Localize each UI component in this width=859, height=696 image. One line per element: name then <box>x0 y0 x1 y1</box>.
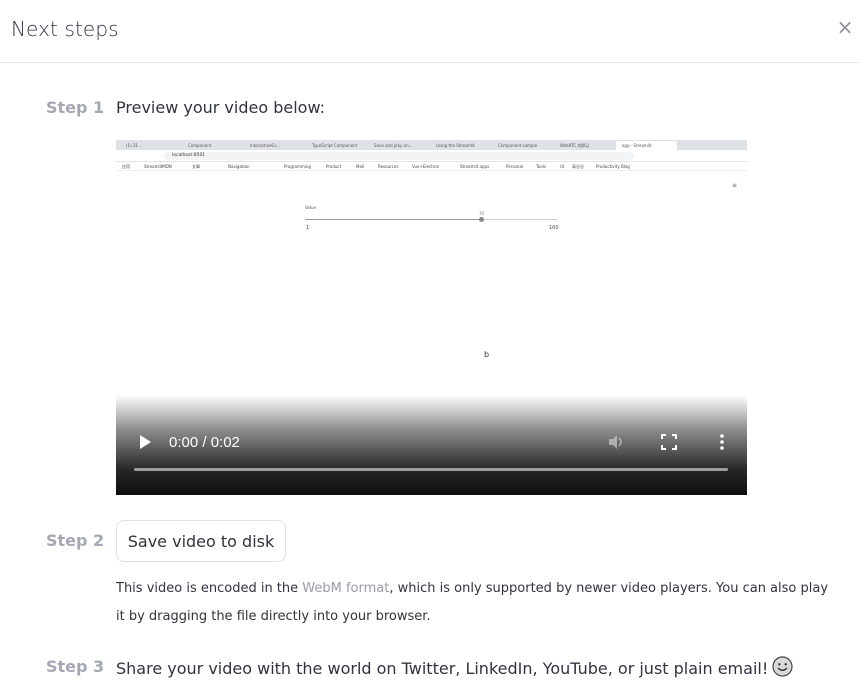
recorded-bookmark: UI <box>560 164 565 169</box>
recorded-slider-max: 100 <box>549 225 559 231</box>
recorded-tab: Component <box>188 143 212 148</box>
fullscreen-icon[interactable] <box>661 434 677 450</box>
recorded-address-bar: localhost:8501 <box>116 150 747 162</box>
recorded-bookmark: 应用 <box>122 164 130 169</box>
step-3-text: Share your video with the world on Twitt… <box>116 659 769 678</box>
save-video-button[interactable]: Save video to disk <box>116 520 286 562</box>
recorded-bookmark: Mail <box>356 164 365 169</box>
recorded-tab: InteractiveGr... <box>250 143 280 148</box>
recorded-bookmark: 高谷谷 <box>572 164 584 169</box>
recorded-slider-fill <box>305 219 482 220</box>
recorded-tab: Using the Streamlit <box>436 143 475 148</box>
recorded-tab-active: app · Streamlit <box>616 141 677 150</box>
recorded-url: localhost:8501 <box>164 152 634 160</box>
recorded-bookmark: Vue+Electron <box>412 164 440 169</box>
recorded-bookmark: Streamlit apps <box>460 164 490 169</box>
recorded-tab: Component sample <box>498 143 538 148</box>
video-time-display: 0:00 / 0:02 <box>169 434 240 451</box>
step-3-label: Step 3 <box>46 657 105 676</box>
close-icon[interactable]: × <box>835 17 855 37</box>
recorded-bookmark: Productivity Blog <box>596 164 630 169</box>
recorded-bookmark: Tools <box>536 164 546 169</box>
info-text-before: This video is encoded in the <box>116 581 303 596</box>
recorded-slider-min: 1 <box>306 225 310 231</box>
recorded-bookmarks-bar: 应用 StreamlitMDN 文章 Navigation Programmin… <box>116 162 747 171</box>
recorded-slider-label: Value <box>305 205 316 210</box>
recorded-slider-value: 70 <box>479 211 485 216</box>
recorded-bookmark: 文章 <box>192 164 200 169</box>
step-3-row: Share your video with the world on Twitt… <box>116 656 793 678</box>
recorded-bookmark: Programming <box>284 164 311 169</box>
video-progress-bar[interactable] <box>134 468 728 471</box>
recorded-tab: WebRTC 的默认 <box>560 143 590 148</box>
more-options-icon[interactable] <box>719 433 725 451</box>
volume-icon[interactable] <box>607 433 625 451</box>
step-1-label: Step 1 <box>46 98 105 117</box>
recorded-output-text: b <box>484 350 490 359</box>
smile-emoji-icon <box>772 656 793 677</box>
recorded-bookmark: Navigation <box>228 164 250 169</box>
recorded-browser-tabbar: (1) 31 ... Component InteractiveGr... Ty… <box>116 140 747 150</box>
recorded-tab: Save and play on... <box>374 143 413 148</box>
recorded-bookmark: Product <box>326 164 342 169</box>
recorded-slider-thumb <box>479 217 484 222</box>
step-2-label: Step 2 <box>46 531 105 550</box>
webm-format-link[interactable]: WebM format <box>302 581 389 596</box>
recorded-bookmark: StreamlitMDN <box>144 164 172 169</box>
recorded-bookmark: Resources <box>378 164 399 169</box>
recorded-menu-icon: ≡ <box>732 182 738 189</box>
dialog-header: Next steps × <box>0 0 859 63</box>
recorded-tab: (1) 31 ... <box>126 143 144 148</box>
recorded-bookmark: Personal <box>506 164 524 169</box>
dialog-title: Next steps <box>11 17 119 41</box>
play-icon[interactable] <box>137 434 153 450</box>
video-player[interactable]: (1) 31 ... Component InteractiveGr... Ty… <box>116 140 747 495</box>
recorded-tab: TypeScript Component <box>312 143 358 148</box>
format-info-text: This video is encoded in the WebM format… <box>116 575 838 631</box>
step-1-text: Preview your video below: <box>116 98 326 117</box>
